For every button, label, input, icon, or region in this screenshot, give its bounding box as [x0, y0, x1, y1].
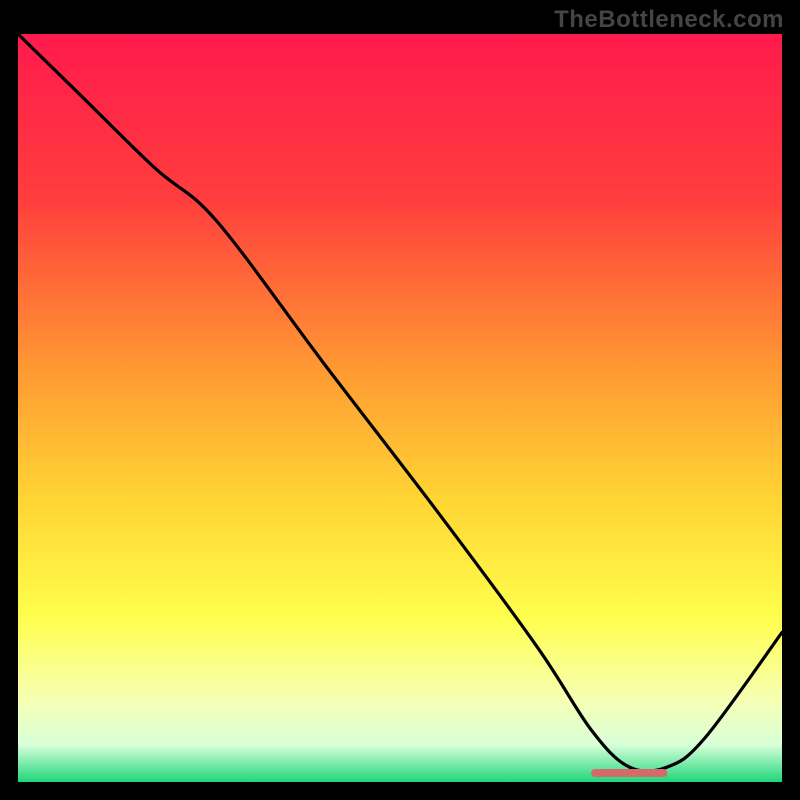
chart-container: TheBottleneck.com [0, 0, 800, 800]
watermark-text: TheBottleneck.com [554, 6, 784, 34]
chart-svg [18, 34, 782, 782]
plot-area [18, 34, 782, 782]
optimal-range-marker [591, 769, 667, 777]
